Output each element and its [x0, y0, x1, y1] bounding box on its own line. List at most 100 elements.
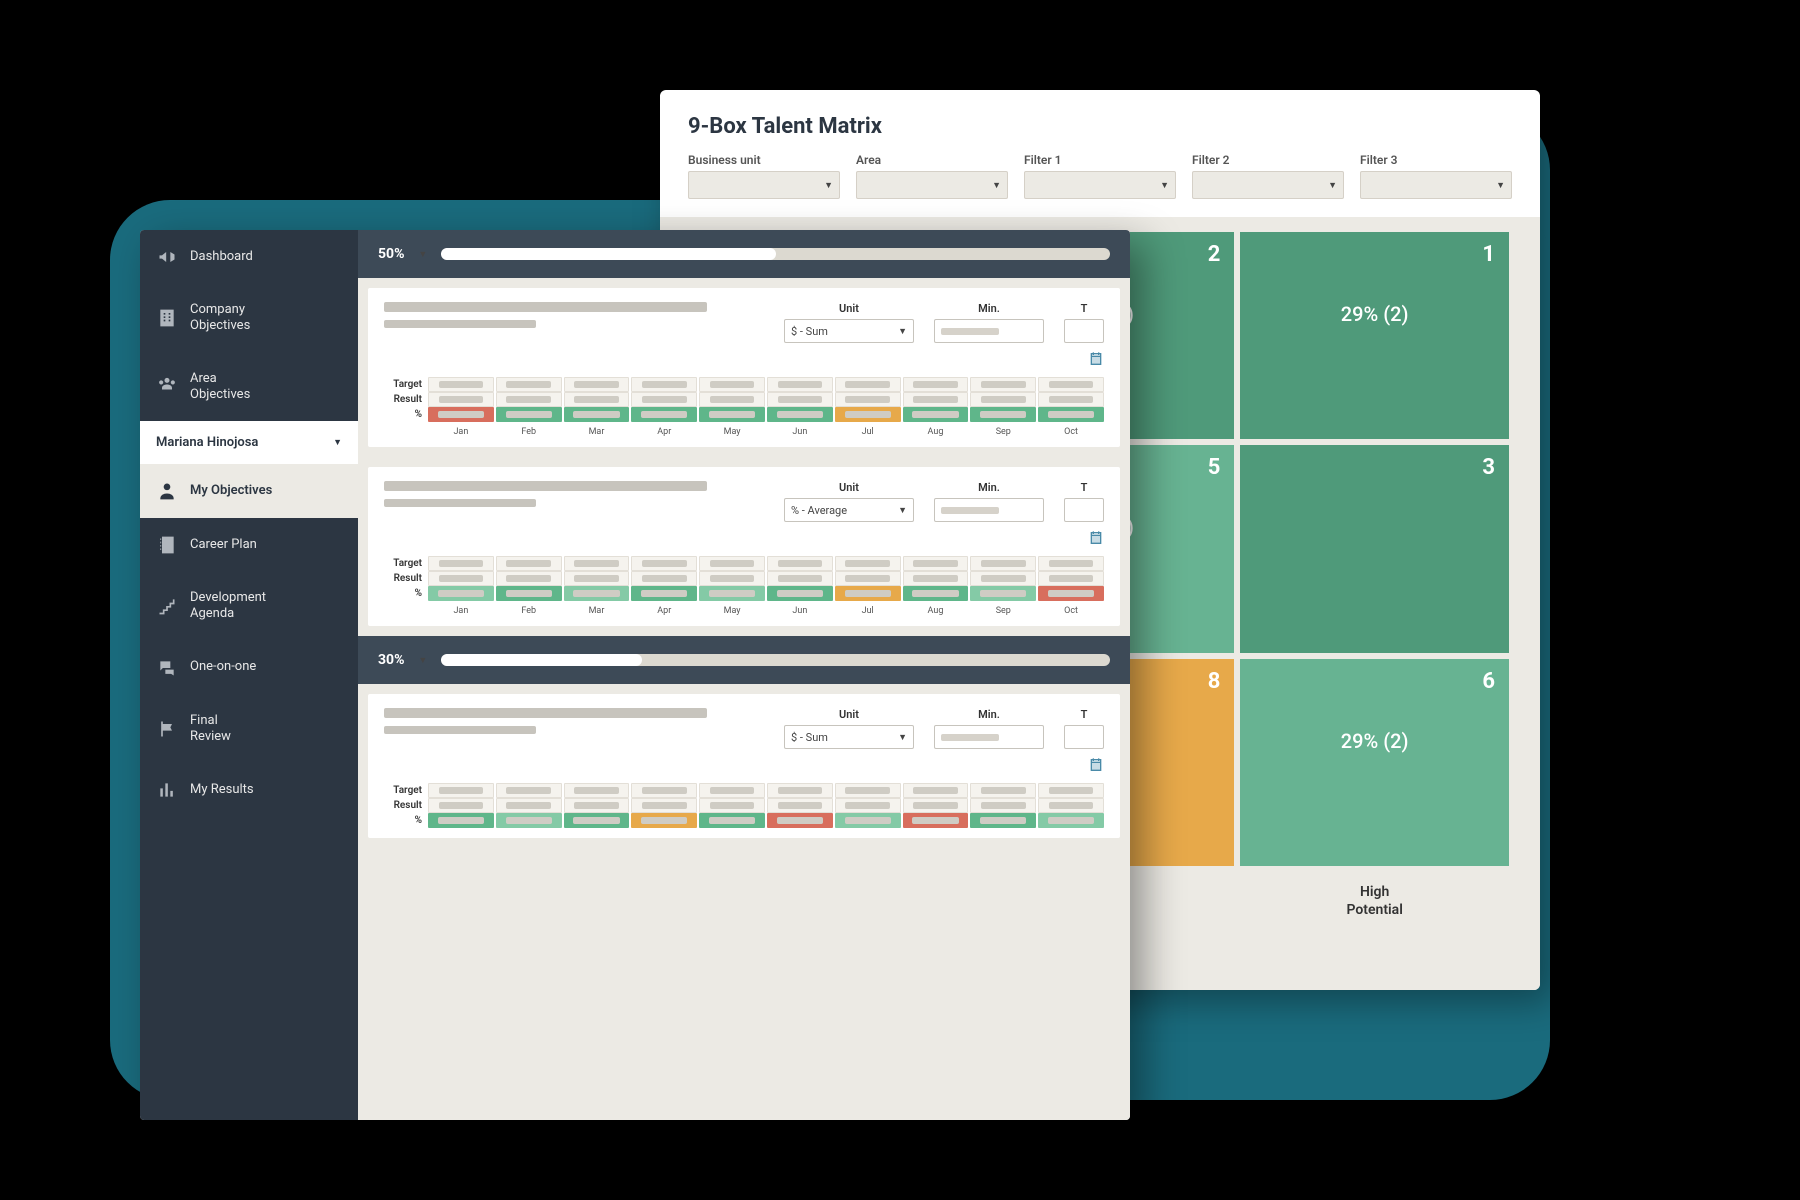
- month-cell[interactable]: [1038, 392, 1104, 407]
- month-cell[interactable]: [564, 377, 630, 392]
- month-cell[interactable]: [631, 571, 697, 586]
- month-cell[interactable]: [767, 813, 833, 828]
- month-cell[interactable]: [699, 798, 765, 813]
- month-cell[interactable]: [428, 407, 494, 422]
- month-cell[interactable]: [767, 392, 833, 407]
- month-cell[interactable]: [903, 377, 969, 392]
- filter-select-area[interactable]: ▼: [856, 171, 1008, 199]
- sidebar-item-company-objectives[interactable]: CompanyObjectives: [140, 284, 358, 353]
- month-cell[interactable]: [970, 798, 1036, 813]
- month-cell[interactable]: [1038, 377, 1104, 392]
- month-cell[interactable]: [496, 377, 562, 392]
- month-cell[interactable]: [835, 783, 901, 798]
- month-cell[interactable]: [631, 798, 697, 813]
- month-cell[interactable]: [903, 798, 969, 813]
- month-cell[interactable]: [699, 556, 765, 571]
- sidebar-item-one-on-one[interactable]: One-on-one: [140, 641, 358, 695]
- month-cell[interactable]: [835, 571, 901, 586]
- month-cell[interactable]: [564, 813, 630, 828]
- month-cell[interactable]: [631, 813, 697, 828]
- month-cell[interactable]: [1038, 571, 1104, 586]
- calendar-icon[interactable]: [1088, 530, 1104, 546]
- unit-select[interactable]: % - Average▼: [784, 498, 914, 522]
- month-cell[interactable]: [496, 783, 562, 798]
- calendar-icon[interactable]: [1088, 757, 1104, 773]
- min-input[interactable]: [934, 725, 1044, 749]
- month-cell[interactable]: [428, 798, 494, 813]
- month-cell[interactable]: [699, 377, 765, 392]
- month-cell[interactable]: [496, 798, 562, 813]
- t-input[interactable]: [1064, 725, 1104, 749]
- month-cell[interactable]: [1038, 798, 1104, 813]
- min-input[interactable]: [934, 498, 1044, 522]
- month-cell[interactable]: [970, 813, 1036, 828]
- objective-group-header[interactable]: 50% ▼: [358, 230, 1130, 278]
- month-cell[interactable]: [631, 407, 697, 422]
- month-cell[interactable]: [767, 586, 833, 601]
- month-cell[interactable]: [767, 556, 833, 571]
- month-cell[interactable]: [1038, 813, 1104, 828]
- sidebar-item-my-objectives[interactable]: My Objectives: [140, 464, 358, 518]
- month-cell[interactable]: [699, 783, 765, 798]
- month-cell[interactable]: [1038, 586, 1104, 601]
- unit-select[interactable]: $ - Sum▼: [784, 725, 914, 749]
- month-cell[interactable]: [564, 586, 630, 601]
- objective-group-header[interactable]: 30% ▼: [358, 636, 1130, 684]
- month-cell[interactable]: [835, 586, 901, 601]
- month-cell[interactable]: [835, 556, 901, 571]
- sidebar-item-area-objectives[interactable]: AreaObjectives: [140, 353, 358, 422]
- month-cell[interactable]: [970, 407, 1036, 422]
- month-cell[interactable]: [428, 783, 494, 798]
- month-cell[interactable]: [767, 783, 833, 798]
- month-cell[interactable]: [631, 783, 697, 798]
- sidebar-item-final-review[interactable]: FinalReview: [140, 695, 358, 764]
- month-cell[interactable]: [903, 783, 969, 798]
- sidebar-item-dashboard[interactable]: Dashboard: [140, 230, 358, 284]
- month-cell[interactable]: [970, 377, 1036, 392]
- month-cell[interactable]: [564, 571, 630, 586]
- month-cell[interactable]: [428, 571, 494, 586]
- month-cell[interactable]: [767, 798, 833, 813]
- sidebar-item-my-results[interactable]: My Results: [140, 763, 358, 817]
- month-cell[interactable]: [970, 556, 1036, 571]
- month-cell[interactable]: [835, 407, 901, 422]
- month-cell[interactable]: [496, 813, 562, 828]
- month-cell[interactable]: [835, 813, 901, 828]
- month-cell[interactable]: [903, 586, 969, 601]
- ninebox-cell[interactable]: 629% (2): [1237, 656, 1512, 869]
- month-cell[interactable]: [564, 798, 630, 813]
- month-cell[interactable]: [970, 586, 1036, 601]
- ninebox-cell[interactable]: 129% (2): [1237, 229, 1512, 442]
- month-cell[interactable]: [835, 392, 901, 407]
- month-cell[interactable]: [428, 392, 494, 407]
- month-cell[interactable]: [631, 586, 697, 601]
- calendar-icon[interactable]: [1088, 351, 1104, 367]
- filter-select-1[interactable]: ▼: [1024, 171, 1176, 199]
- month-cell[interactable]: [970, 571, 1036, 586]
- month-cell[interactable]: [970, 783, 1036, 798]
- month-cell[interactable]: [767, 377, 833, 392]
- t-input[interactable]: [1064, 498, 1104, 522]
- min-input[interactable]: [934, 319, 1044, 343]
- month-cell[interactable]: [699, 586, 765, 601]
- month-cell[interactable]: [496, 556, 562, 571]
- month-cell[interactable]: [564, 407, 630, 422]
- month-cell[interactable]: [767, 407, 833, 422]
- month-cell[interactable]: [428, 556, 494, 571]
- filter-select-2[interactable]: ▼: [1192, 171, 1344, 199]
- month-cell[interactable]: [1038, 783, 1104, 798]
- month-cell[interactable]: [903, 813, 969, 828]
- month-cell[interactable]: [428, 586, 494, 601]
- month-cell[interactable]: [428, 377, 494, 392]
- month-cell[interactable]: [631, 392, 697, 407]
- month-cell[interactable]: [835, 798, 901, 813]
- month-cell[interactable]: [496, 586, 562, 601]
- month-cell[interactable]: [428, 813, 494, 828]
- sidebar-user-selector[interactable]: Mariana Hinojosa ▼: [140, 421, 358, 464]
- month-cell[interactable]: [496, 571, 562, 586]
- month-cell[interactable]: [496, 392, 562, 407]
- month-cell[interactable]: [631, 556, 697, 571]
- month-cell[interactable]: [496, 407, 562, 422]
- month-cell[interactable]: [1038, 556, 1104, 571]
- month-cell[interactable]: [1038, 407, 1104, 422]
